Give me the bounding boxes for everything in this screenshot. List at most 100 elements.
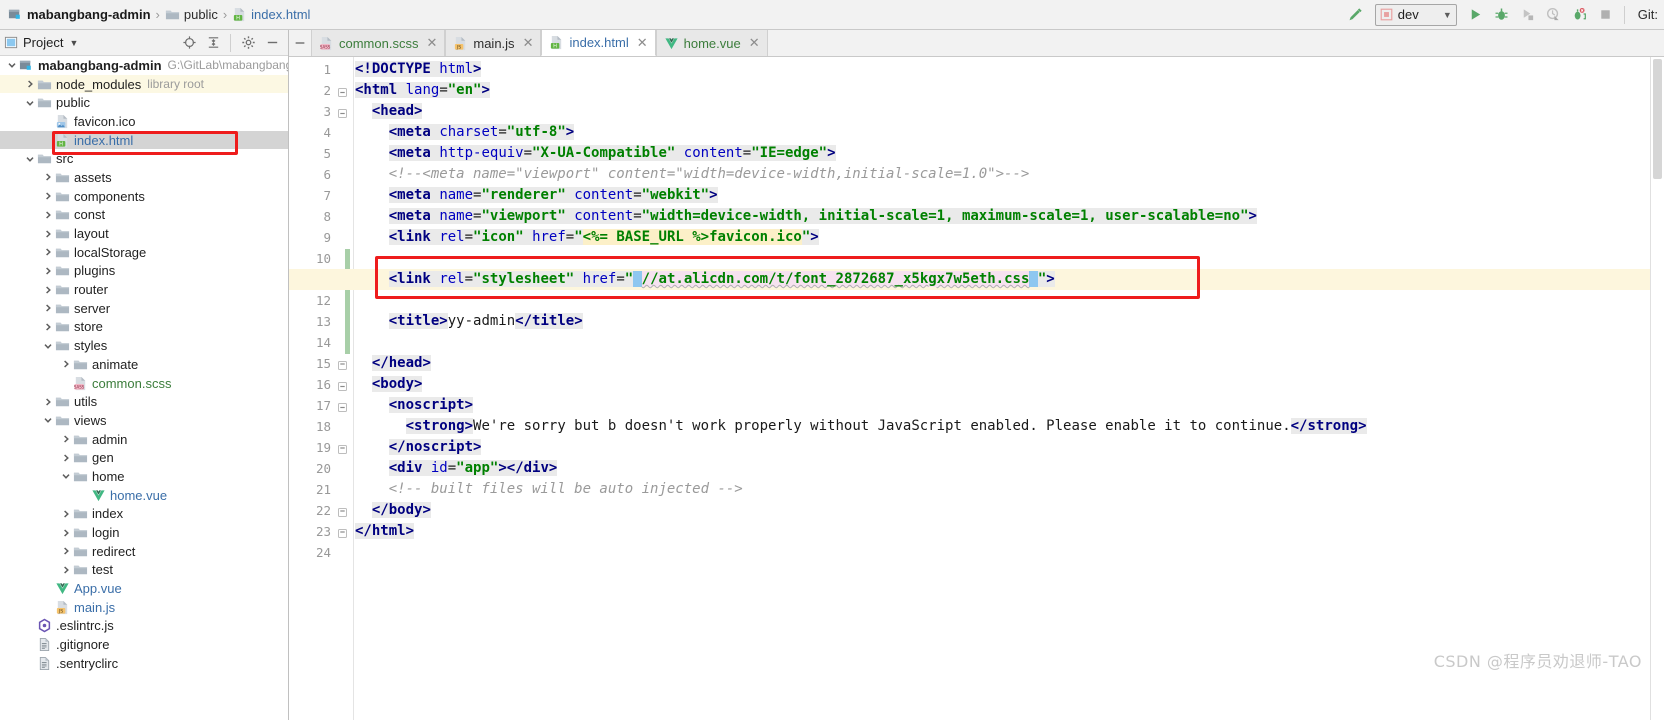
chevron-right-icon[interactable] bbox=[42, 396, 53, 407]
code-line-6[interactable]: <!--<meta name="viewport" content="width… bbox=[355, 164, 1030, 185]
tree-node-router[interactable]: router bbox=[0, 280, 288, 299]
tree-node-login[interactable]: login bbox=[0, 523, 288, 542]
code-line-17[interactable]: <noscript> bbox=[355, 395, 474, 416]
code-line-13[interactable]: <title>yy-admin</title> bbox=[355, 311, 583, 332]
close-icon[interactable]: ✕ bbox=[749, 35, 760, 51]
breadcrumb-item-project[interactable]: mabangbang-admin bbox=[8, 7, 151, 22]
code-line-23[interactable]: </html> bbox=[355, 521, 415, 542]
tree-node--eslintrc-js[interactable]: .eslintrc.js bbox=[0, 617, 288, 636]
chevron-down-icon[interactable] bbox=[42, 415, 53, 426]
code-line-16[interactable]: <body> bbox=[355, 374, 423, 395]
editor-tab-main-js[interactable]: JS main.js ✕ bbox=[445, 30, 542, 56]
fold-open-icon[interactable] bbox=[337, 107, 348, 118]
tree-node--sentryclirc[interactable]: .sentryclirc bbox=[0, 654, 288, 673]
chevron-right-icon[interactable] bbox=[60, 564, 71, 575]
fold-close-icon[interactable] bbox=[337, 527, 348, 538]
scrollbar-thumb[interactable] bbox=[1653, 59, 1662, 179]
code-line-21[interactable]: <!-- built files will be auto injected -… bbox=[355, 479, 743, 500]
tree-node-redirect[interactable]: redirect bbox=[0, 542, 288, 561]
code-editor[interactable]: 123456789101112131415161718192021222324 … bbox=[289, 57, 1664, 720]
code-line-11[interactable]: <link rel="stylesheet" href=" //at.alicd… bbox=[289, 269, 1664, 290]
fold-close-icon[interactable] bbox=[337, 443, 348, 454]
chevron-right-icon[interactable] bbox=[42, 303, 53, 314]
code-line-4[interactable]: <meta charset="utf-8"> bbox=[355, 122, 575, 143]
run-button[interactable] bbox=[1463, 3, 1489, 27]
tree-node-const[interactable]: const bbox=[0, 206, 288, 225]
tree-node-localstorage[interactable]: localStorage bbox=[0, 243, 288, 262]
code-line-15[interactable]: </head> bbox=[355, 353, 431, 374]
hide-tabs-button[interactable] bbox=[289, 30, 311, 56]
tree-node-utils[interactable]: utils bbox=[0, 392, 288, 411]
chevron-right-icon[interactable] bbox=[60, 359, 71, 370]
fold-open-icon[interactable] bbox=[337, 86, 348, 97]
breadcrumb-item-file[interactable]: H index.html bbox=[232, 7, 310, 22]
run-configuration-selector[interactable]: dev ▼ bbox=[1374, 3, 1457, 26]
tree-node-gen[interactable]: gen bbox=[0, 448, 288, 467]
collapse-all-button[interactable] bbox=[201, 32, 225, 54]
tree-node-admin[interactable]: admin bbox=[0, 430, 288, 449]
tree-node-index[interactable]: index bbox=[0, 505, 288, 524]
chevron-right-icon[interactable] bbox=[42, 209, 53, 220]
chevron-right-icon[interactable] bbox=[60, 546, 71, 557]
hide-panel-button[interactable] bbox=[260, 32, 284, 54]
tree-node-test[interactable]: test bbox=[0, 561, 288, 580]
chevron-right-icon[interactable] bbox=[42, 321, 53, 332]
vcs-change-marker[interactable] bbox=[345, 249, 350, 354]
chevron-right-icon[interactable] bbox=[60, 452, 71, 463]
editor-tab-common-scss[interactable]: SASS common.scss ✕ bbox=[311, 30, 446, 56]
code-line-3[interactable]: <head> bbox=[355, 101, 423, 122]
fold-close-icon[interactable] bbox=[337, 359, 348, 370]
chevron-down-icon[interactable] bbox=[24, 153, 35, 164]
editor-gutter[interactable]: 123456789101112131415161718192021222324 bbox=[289, 57, 355, 720]
tree-node-views[interactable]: views bbox=[0, 411, 288, 430]
tree-node-home-vue[interactable]: home.vue bbox=[0, 486, 288, 505]
chevron-right-icon[interactable] bbox=[42, 284, 53, 295]
editor-code-area[interactable]: <!DOCTYPE html> <html lang="en"> <head> <… bbox=[289, 57, 1664, 720]
code-line-2[interactable]: <html lang="en"> bbox=[355, 80, 490, 101]
tree-node-components[interactable]: components bbox=[0, 187, 288, 206]
code-line-9[interactable]: <link rel="icon" href="<%= BASE_URL %>fa… bbox=[355, 227, 819, 248]
tree-node-store[interactable]: store bbox=[0, 318, 288, 337]
tree-node-animate[interactable]: animate bbox=[0, 355, 288, 374]
tree-node-server[interactable]: server bbox=[0, 299, 288, 318]
chevron-right-icon[interactable] bbox=[60, 527, 71, 538]
tree-node-home[interactable]: home bbox=[0, 467, 288, 486]
close-icon[interactable]: ✕ bbox=[426, 35, 437, 51]
close-icon[interactable]: ✕ bbox=[523, 35, 534, 51]
tree-node-layout[interactable]: layout bbox=[0, 224, 288, 243]
code-line-18[interactable]: <strong>We're sorry but b doesn't work p… bbox=[355, 416, 1367, 437]
tree-node-favicon-ico[interactable]: favicon.ico bbox=[0, 112, 288, 131]
fold-close-icon[interactable] bbox=[337, 506, 348, 517]
chevron-right-icon[interactable] bbox=[42, 247, 53, 258]
editor-scrollbar[interactable] bbox=[1650, 57, 1664, 720]
chevron-down-icon[interactable] bbox=[60, 471, 71, 482]
tree-node-assets[interactable]: assets bbox=[0, 168, 288, 187]
code-line-20[interactable]: <div id="app"></div> bbox=[355, 458, 558, 479]
build-button[interactable] bbox=[1343, 3, 1369, 27]
chevron-down-icon[interactable] bbox=[24, 97, 35, 108]
tree-node-node-modules[interactable]: node_modules library root bbox=[0, 74, 288, 94]
locate-button[interactable] bbox=[177, 32, 201, 54]
tree-node-styles[interactable]: styles bbox=[0, 336, 288, 355]
fold-open-icon[interactable] bbox=[337, 380, 348, 391]
chevron-right-icon[interactable] bbox=[60, 508, 71, 519]
code-line-5[interactable]: <meta http-equiv="X-UA-Compatible" conte… bbox=[355, 143, 836, 164]
attach-debugger-button[interactable] bbox=[1567, 3, 1593, 27]
chevron-right-icon[interactable] bbox=[42, 228, 53, 239]
git-widget-label[interactable]: Git: bbox=[1638, 7, 1658, 22]
editor-tab-home-vue[interactable]: home.vue ✕ bbox=[655, 30, 768, 56]
settings-button[interactable] bbox=[236, 32, 260, 54]
chevron-right-icon[interactable] bbox=[42, 191, 53, 202]
chevron-right-icon[interactable] bbox=[42, 172, 53, 183]
project-tree[interactable]: mabangbang-adminG:\GitLab\mabangbang-adn… bbox=[0, 56, 288, 720]
breadcrumb-item-folder[interactable]: public bbox=[165, 7, 218, 22]
code-line-7[interactable]: <meta name="renderer" content="webkit"> bbox=[355, 185, 718, 206]
code-line-1[interactable]: <!DOCTYPE html> bbox=[355, 59, 482, 80]
chevron-right-icon[interactable] bbox=[42, 265, 53, 276]
tree-node-common-scss[interactable]: SASS common.scss bbox=[0, 374, 288, 393]
tree-node-index-html[interactable]: Hindex.html bbox=[0, 130, 288, 150]
chevron-down-icon[interactable] bbox=[42, 340, 53, 351]
code-line-19[interactable]: </noscript> bbox=[355, 437, 482, 458]
debug-button[interactable] bbox=[1489, 3, 1515, 27]
chevron-right-icon[interactable] bbox=[60, 434, 71, 445]
